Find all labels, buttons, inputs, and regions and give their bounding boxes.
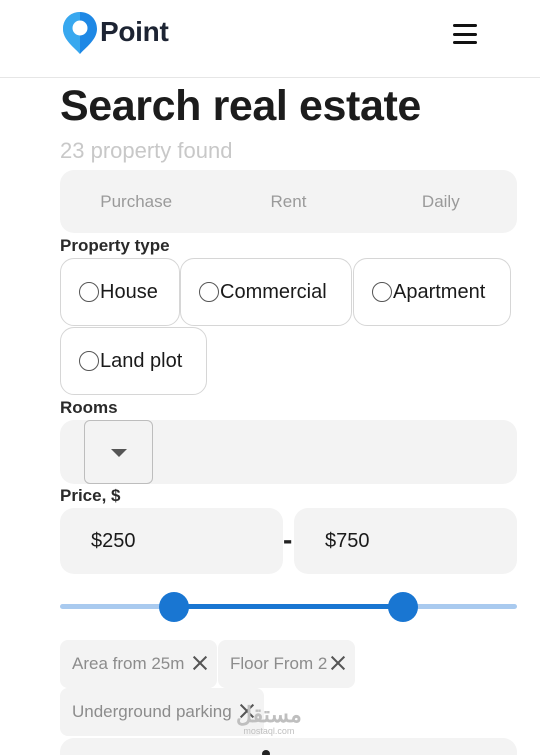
radio-button[interactable] [372,282,392,302]
chevron-down-icon [110,449,127,457]
filter-chip-floor[interactable]: Floor From 2 [218,640,355,688]
price-slider-range [174,604,403,609]
price-label: Price, $ [60,486,121,505]
property-type-label-apartment: Apartment [393,280,486,303]
property-type-label-house: House [100,280,158,303]
tab-rent[interactable]: Rent [212,192,364,212]
results-count: 23 property found [60,138,233,163]
app-header: Point [0,0,540,78]
property-type-house[interactable]: House [60,258,180,326]
property-type-label: Property type [60,236,170,255]
location-pin-icon [63,12,97,54]
next-field[interactable] [60,738,517,755]
hamburger-icon[interactable] [453,24,477,44]
brand-logo[interactable]: Point [61,10,169,56]
radio-button[interactable] [79,351,99,371]
property-type-land-plot[interactable]: Land plot [60,327,207,395]
tab-purchase[interactable]: Purchase [60,192,212,212]
filter-chip-label: Underground parking [72,702,232,721]
price-min-value: $250 [91,529,136,552]
filter-chip-area[interactable]: Area from 25m [60,640,217,688]
radio-button[interactable] [199,282,219,302]
deal-type-tabs: Purchase Rent Daily [60,170,517,233]
rooms-label: Rooms [60,398,118,417]
price-separator: - [283,524,293,555]
watermark: مستقل mostaql.com [236,702,302,737]
price-max-input[interactable]: $750 [294,508,517,574]
price-min-input[interactable]: $250 [60,508,283,574]
watermark-latin: mostaql.com [243,726,295,736]
price-max-value: $750 [325,529,370,552]
rooms-select[interactable] [84,420,153,484]
close-icon[interactable] [329,654,347,672]
filter-chip-label: Area from 25m [72,654,185,673]
radio-button[interactable] [79,282,99,302]
property-type-label-commercial: Commercial [220,280,327,303]
filter-chip-label: Floor From 2 [230,654,328,673]
dot-icon [262,750,270,755]
filter-chip-parking[interactable]: Underground parking [60,688,264,736]
rooms-field [60,420,517,484]
page-title: Search real estate [60,82,421,130]
price-slider-max-handle[interactable] [387,592,418,622]
property-type-commercial[interactable]: Commercial [180,258,352,326]
tab-daily[interactable]: Daily [365,192,517,212]
price-slider-min-handle[interactable] [159,592,190,622]
close-icon[interactable] [191,654,209,672]
brand-name: Point [100,16,169,47]
property-type-label-land-plot: Land plot [100,349,183,372]
property-type-apartment[interactable]: Apartment [353,258,511,326]
watermark-arabic: مستقل [236,702,302,727]
